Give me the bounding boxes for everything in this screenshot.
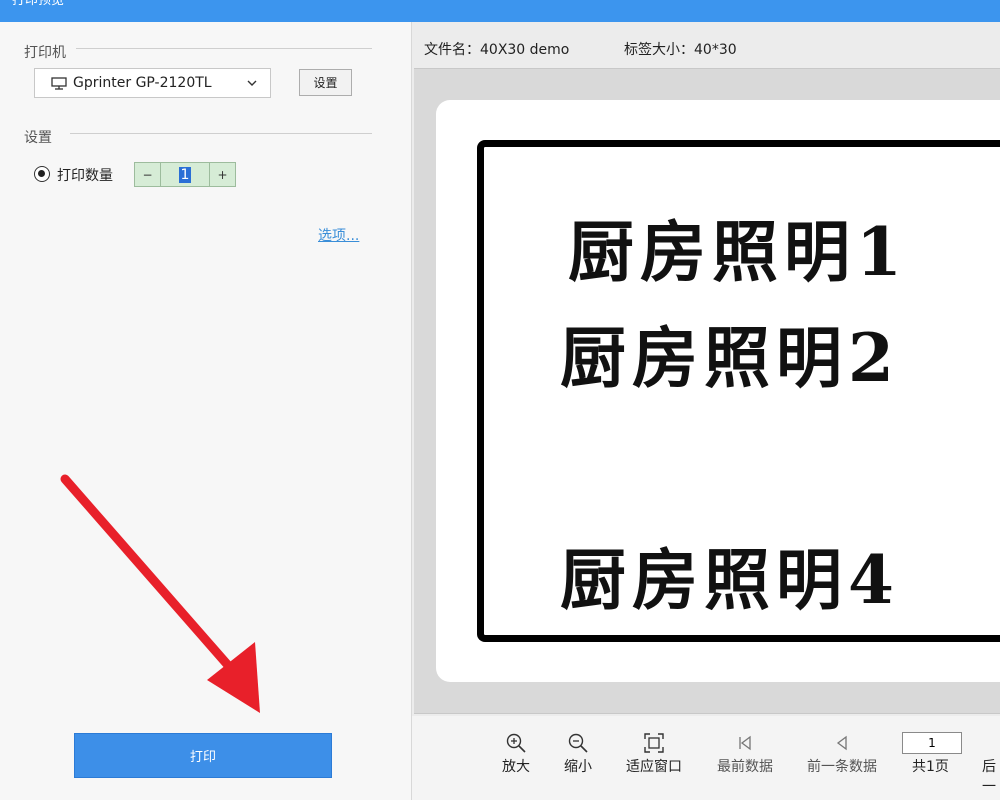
fit-window-label: 适应窗口: [626, 759, 682, 775]
window-title: 打印预览: [12, 0, 65, 8]
label-text-line: 厨房照明1: [568, 213, 908, 291]
next-label: 后一: [982, 759, 996, 795]
prev-data-button[interactable]: 前一条数据: [807, 732, 877, 776]
print-button[interactable]: 打印: [74, 733, 332, 778]
label-text-line: 厨房照明4: [560, 541, 900, 619]
quantity-stepper: − 1 +: [134, 162, 236, 187]
printer-select[interactable]: Gprinter GP-2120TL: [34, 68, 271, 98]
print-quantity-label: 打印数量: [57, 168, 113, 184]
printer-name: Gprinter GP-2120TL: [73, 75, 212, 91]
first-data-button[interactable]: 最前数据: [717, 732, 773, 776]
label-text-line: 厨房照明2: [560, 319, 900, 397]
section-divider: [70, 133, 372, 134]
red-arrow-annotation: [60, 474, 260, 713]
chevron-down-icon: [247, 80, 257, 86]
file-name: 文件名：40X30 demo: [424, 42, 570, 58]
preview-canvas[interactable]: 厨房照明1 厨房照明2 厨房照明4: [414, 68, 1000, 714]
zoom-in-button[interactable]: 放大: [502, 732, 530, 776]
total-pages-label: 共1页: [912, 759, 949, 775]
monitor-icon: [51, 76, 67, 90]
printer-settings-button[interactable]: 设置: [299, 69, 352, 96]
print-settings-panel: 打印机 Gprinter GP-2120TL 设置 设置 打印数量 − 1 + …: [0, 22, 411, 800]
printer-section-label: 打印机: [24, 45, 66, 61]
total-pages: 共1页: [912, 756, 949, 776]
prev-icon: [836, 735, 847, 751]
zoom-out-label: 缩小: [564, 759, 592, 775]
section-divider: [76, 48, 372, 49]
zoom-out-icon: [568, 733, 588, 753]
options-link[interactable]: 选项...: [318, 225, 359, 245]
zoom-in-icon: [506, 733, 526, 753]
quantity-value: 1: [178, 166, 192, 183]
first-data-label: 最前数据: [717, 759, 773, 775]
label-info-bar: 文件名：40X30 demo 标签大小：40*30: [412, 22, 1000, 66]
print-quantity-radio[interactable]: [34, 166, 50, 182]
decrement-button[interactable]: −: [135, 163, 160, 186]
preview-toolbar: 放大 缩小 适应窗口 最前数据 前一条数据 共1页 1 后一: [412, 716, 1000, 800]
skip-first-icon: [739, 735, 751, 751]
quantity-input[interactable]: 1: [160, 163, 210, 186]
zoom-out-button[interactable]: 缩小: [564, 732, 592, 776]
fit-window-icon: [644, 733, 664, 753]
page-number-input[interactable]: 1: [902, 732, 962, 754]
zoom-in-label: 放大: [502, 759, 530, 775]
settings-section-label: 设置: [24, 130, 52, 146]
preview-panel: 文件名：40X30 demo 标签大小：40*30 厨房照明1 厨房照明2 厨房…: [411, 22, 1000, 800]
title-bar: 打印预览: [0, 0, 1000, 22]
increment-button[interactable]: +: [210, 163, 235, 186]
prev-data-label: 前一条数据: [807, 759, 877, 775]
next-button[interactable]: 后一: [982, 756, 1000, 796]
fit-window-button[interactable]: 适应窗口: [626, 732, 682, 776]
label-size: 标签大小：40*30: [624, 42, 737, 58]
